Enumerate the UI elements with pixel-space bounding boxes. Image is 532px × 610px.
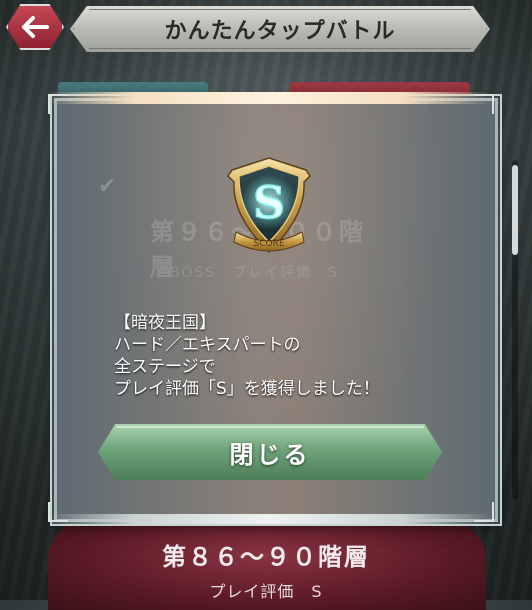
close-button-label: 閉じる [229,440,311,469]
ghost-eval-label: BOSS プレイ評価 S [170,265,340,281]
scrollbar-thumb[interactable] [512,165,518,255]
message-line: プレイ評価「S」を獲得しました！ [114,379,380,399]
dialog-top-ornament [46,92,492,104]
close-button[interactable]: 閉じる [98,424,442,480]
message-line: 【暗夜王国】 [114,313,216,333]
dialog-bottom-ornament [46,514,492,524]
stage-floor-label: 第８６〜９０階層 [162,543,370,571]
stage-eval-label: プレイ評価 S [209,582,323,601]
check-icon: ✔ [98,174,117,199]
emblem-ribbon-text: SCORE [253,239,284,249]
message-line: ハード／エキスパートの [114,335,301,355]
page-title: かんたんタップバトル [164,19,396,44]
score-shield-icon: S SCORE [214,152,324,262]
back-button[interactable] [2,2,68,52]
emblem-letter: S [253,178,285,229]
title-plate: かんたんタップバトル [70,6,490,52]
message-line: 全ステージで [114,357,216,377]
arrow-left-icon [22,16,49,38]
dialog-corner-ornament [48,502,68,522]
dialog-corner-ornament [474,94,494,114]
dialog-corner-ornament [48,94,68,114]
dialog-corner-ornament [474,502,494,522]
achievement-message: 【暗夜王国】 ハード／エキスパートの 全ステージで プレイ評価「S」を獲得しまし… [114,312,454,400]
